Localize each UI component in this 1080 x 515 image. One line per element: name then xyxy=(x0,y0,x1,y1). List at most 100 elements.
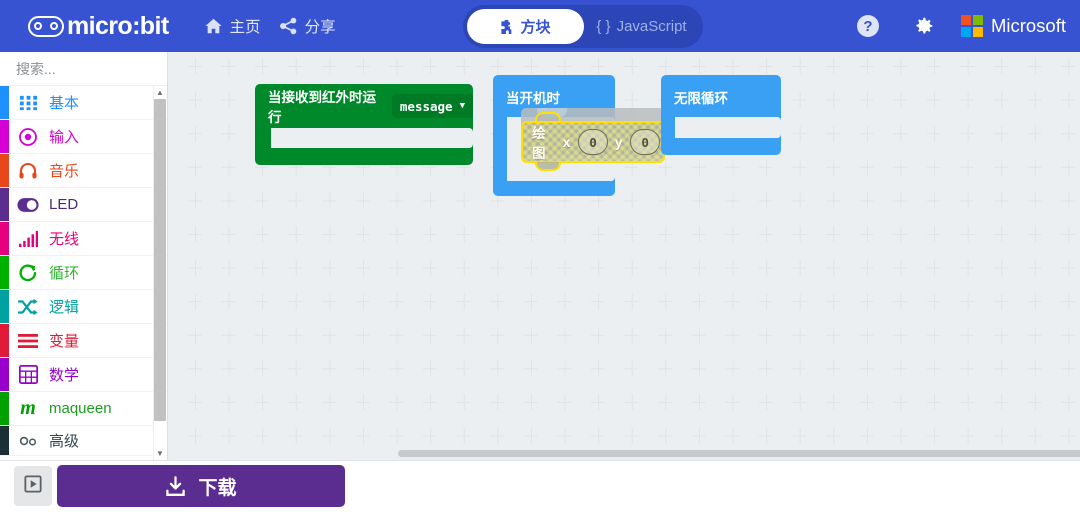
microsoft-logo[interactable]: Microsoft xyxy=(960,15,1066,37)
toggle-icon xyxy=(17,194,39,216)
param-x-label: x xyxy=(562,134,571,150)
block-label: 当开机时 xyxy=(506,91,560,106)
sidebar-item-logic[interactable]: 逻辑 xyxy=(0,290,167,324)
dropdown-value: message xyxy=(399,98,453,114)
param-x-input[interactable]: 0 xyxy=(578,129,608,155)
sidebar-item-loops[interactable]: 循环 xyxy=(0,256,167,290)
puzzle-piece-icon xyxy=(500,19,513,34)
gear-icon[interactable] xyxy=(913,15,935,37)
makecode-editor: micro:bit 主页 分享 方块 {} JavaScript ? Micr… xyxy=(0,0,1080,515)
sidebar-item-label: 逻辑 xyxy=(49,299,80,316)
nav-share-label: 分享 xyxy=(304,19,336,36)
sidebar-item-advanced[interactable]: 高级 xyxy=(0,426,167,456)
sidebar-item-maqueen[interactable]: m maqueen xyxy=(0,392,167,426)
sidebar-item-basic[interactable]: 基本 xyxy=(0,86,167,120)
category-color-bar xyxy=(0,324,9,357)
sidebar-item-label: 数学 xyxy=(49,367,80,384)
block-header-row: 当接收到红外时运行 message ▼ xyxy=(255,84,473,128)
logo-eye-right xyxy=(50,22,58,30)
sidebar-item-input[interactable]: 输入 xyxy=(0,120,167,154)
search-input[interactable] xyxy=(14,59,167,78)
block-label: 当接收到红外时运行 xyxy=(268,90,376,125)
sidebar-item-music[interactable]: 音乐 xyxy=(0,154,167,188)
category-color-bar xyxy=(0,426,9,455)
tab-blocks-label: 方块 xyxy=(520,19,551,36)
brand-text: micro:bit xyxy=(67,11,169,40)
braces-icon: { } xyxy=(596,18,611,35)
sidebar-item-label: 高级 xyxy=(49,433,80,450)
sidebar-item-variables[interactable]: 变量 xyxy=(0,324,167,358)
param-y-input[interactable]: 0 xyxy=(630,129,660,155)
category-color-bar xyxy=(0,392,9,425)
download-label: 下载 xyxy=(198,477,237,499)
param-y-label: y xyxy=(614,134,623,150)
category-color-bar xyxy=(0,290,9,323)
tab-javascript-label: JavaScript xyxy=(616,18,687,35)
nav-home-label: 主页 xyxy=(229,19,261,36)
block-label: 绘图 xyxy=(532,126,546,161)
category-color-bar xyxy=(0,86,9,119)
block-on-ir-received[interactable]: 当接收到红外时运行 message ▼ xyxy=(255,84,473,165)
category-color-bar xyxy=(0,154,9,187)
block-label: 无限循环 xyxy=(674,91,728,106)
nav-home[interactable]: 主页 xyxy=(195,0,270,52)
sidebar-item-radio[interactable]: 无线 xyxy=(0,222,167,256)
headphones-icon xyxy=(17,160,39,182)
microbit-logo[interactable]: micro:bit xyxy=(28,11,169,40)
sidebar-item-label: 音乐 xyxy=(49,163,80,180)
sidebar-item-math[interactable]: 数学 xyxy=(0,358,167,392)
blocks-workspace[interactable]: 当接收到红外时运行 message ▼ 当开机时 绘图 x 0 y 0 无限循环 xyxy=(168,52,1080,460)
sidebar-item-label: 输入 xyxy=(49,129,80,146)
block-inner-notch xyxy=(681,117,713,128)
block-inner-notch xyxy=(277,128,311,139)
download-button[interactable]: 下载 xyxy=(57,465,345,507)
sidebar-item-label: maqueen xyxy=(49,400,112,417)
tab-javascript[interactable]: { } JavaScript xyxy=(584,9,699,44)
logo-eye-left xyxy=(34,22,42,30)
gears-icon xyxy=(17,430,39,452)
app-footer: 下载 值 什么值得买 xyxy=(0,460,1080,510)
sidebar-item-label: 无线 xyxy=(49,231,80,248)
block-dropdown-message[interactable]: message ▼ xyxy=(391,94,473,118)
header-left-group: micro:bit 主页 分享 xyxy=(0,0,345,52)
editor-mode-toggle: 方块 { } JavaScript xyxy=(463,5,703,48)
block-draw-xy[interactable]: 绘图 x 0 y 0 xyxy=(521,112,665,171)
category-color-bar xyxy=(0,358,9,391)
scroll-up-arrow-icon[interactable]: ▲ xyxy=(154,86,166,99)
download-icon xyxy=(165,475,186,497)
app-header: micro:bit 主页 分享 方块 {} JavaScript ? Micr… xyxy=(0,0,1080,52)
help-icon[interactable]: ? xyxy=(856,15,879,37)
toolbox-sidebar: 基本 输入 音乐 LED xyxy=(0,52,168,460)
simulator-toggle-button[interactable] xyxy=(14,466,52,506)
tab-blocks[interactable]: 方块 xyxy=(467,9,584,44)
category-color-bar xyxy=(0,120,9,153)
microsoft-squares-icon xyxy=(960,15,983,37)
m-letter-icon: m xyxy=(20,397,36,419)
grid-dots-icon xyxy=(17,92,39,114)
drag-top-notch xyxy=(535,112,561,121)
category-color-bar xyxy=(0,188,9,221)
sidebar-item-label: 基本 xyxy=(49,95,80,112)
home-icon xyxy=(204,17,223,35)
scroll-down-arrow-icon[interactable]: ▼ xyxy=(154,447,166,460)
workspace-horizontal-scrollbar[interactable] xyxy=(398,450,1080,457)
calculator-icon xyxy=(17,364,39,386)
target-icon xyxy=(17,126,39,148)
loop-arrow-icon xyxy=(17,262,39,284)
sidebar-scrollbar[interactable]: ▲ ▼ xyxy=(153,86,166,460)
lines-icon xyxy=(17,330,39,352)
bottom-strip xyxy=(0,510,1080,515)
sidebar-item-led[interactable]: LED xyxy=(0,188,167,222)
block-forever[interactable]: 无限循环 xyxy=(661,75,781,155)
nav-share[interactable]: 分享 xyxy=(270,0,345,52)
microbit-logo-icon xyxy=(28,15,64,37)
toolbox-category-list: 基本 输入 音乐 LED 无线 循环 逻辑 变量 数学 m maqueen 高级 xyxy=(0,86,167,456)
drag-bottom-notch xyxy=(535,162,561,171)
sidebar-item-label: 变量 xyxy=(49,333,80,350)
header-right-group: ? Microsoft xyxy=(839,0,1080,52)
signal-bars-icon xyxy=(17,228,39,250)
search-row xyxy=(0,52,167,86)
sidebar-scroll-thumb[interactable] xyxy=(154,99,166,421)
shuffle-icon xyxy=(17,296,39,318)
sidebar-item-label: 循环 xyxy=(49,265,80,282)
